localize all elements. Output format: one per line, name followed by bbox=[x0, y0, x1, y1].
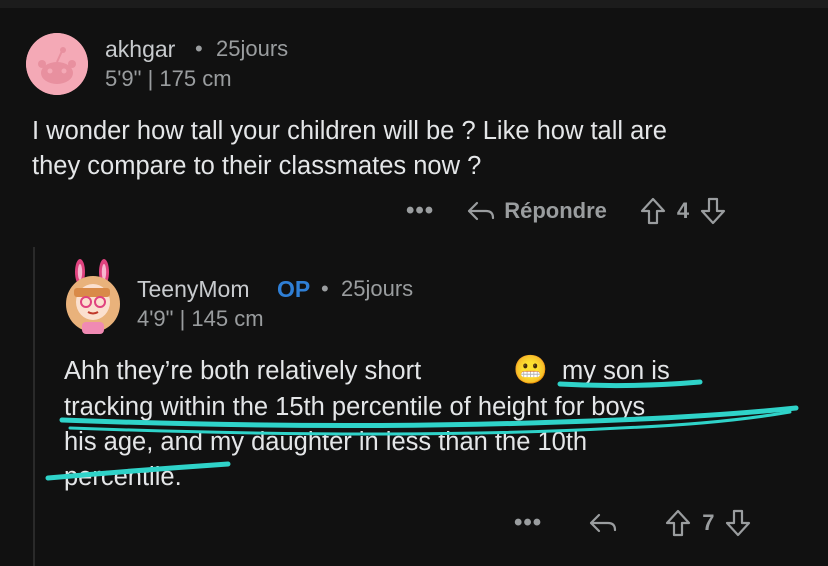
more-options-button[interactable]: ••• bbox=[406, 197, 434, 225]
reply-arrow-icon[interactable] bbox=[588, 511, 618, 535]
avatar[interactable] bbox=[26, 33, 88, 95]
comment-body-line: Ahh they’re both relatively short bbox=[64, 357, 422, 385]
comment-actions: ••• Répondre 4 bbox=[406, 196, 727, 226]
comment-body-line: his age, and my daughter in less than th… bbox=[64, 428, 588, 456]
downvote-icon[interactable] bbox=[699, 196, 727, 226]
comment-author[interactable]: akhgar bbox=[105, 36, 175, 63]
more-options-button[interactable]: ••• bbox=[514, 509, 542, 537]
snoo-avatar-icon bbox=[26, 33, 88, 95]
reply-label: Répondre bbox=[504, 198, 607, 223]
comment-age: 25jours bbox=[341, 276, 414, 301]
comment-author[interactable]: TeenyMom bbox=[137, 276, 249, 303]
bunny-girl-avatar-icon bbox=[66, 259, 120, 334]
comment-body-line: my son is bbox=[562, 357, 670, 385]
upvote-icon[interactable] bbox=[639, 196, 667, 226]
upvote-icon[interactable] bbox=[664, 508, 692, 538]
reply-arrow-icon bbox=[468, 201, 495, 221]
comment-body-line: I wonder how tall your children will be … bbox=[32, 117, 667, 145]
avatar[interactable] bbox=[60, 258, 126, 336]
thread-line[interactable] bbox=[33, 247, 35, 566]
downvote-icon[interactable] bbox=[724, 508, 752, 538]
user-flair: 5'9" | 175 cm bbox=[105, 66, 232, 91]
grimacing-emoji: 😬 bbox=[513, 354, 548, 385]
comment-body-line: tracking within the 15th percentile of h… bbox=[64, 393, 646, 421]
meta-separator: • bbox=[321, 276, 329, 301]
top-bar bbox=[0, 0, 828, 8]
user-flair: 4'9" | 145 cm bbox=[137, 306, 264, 331]
comment-body-line: percentile. bbox=[64, 463, 182, 491]
vote-count: 4 bbox=[676, 198, 690, 223]
meta-separator: • bbox=[195, 36, 203, 61]
op-badge: OP bbox=[277, 276, 311, 302]
comment-body-line: they compare to their classmates now ? bbox=[32, 152, 482, 180]
reply-button[interactable]: Répondre bbox=[466, 198, 607, 224]
vote-controls: 7 bbox=[664, 508, 752, 538]
vote-count: 7 bbox=[702, 510, 715, 535]
comment-age: 25jours bbox=[216, 36, 289, 61]
comment-actions: ••• 7 bbox=[514, 508, 752, 538]
vote-controls: 4 bbox=[639, 196, 727, 226]
